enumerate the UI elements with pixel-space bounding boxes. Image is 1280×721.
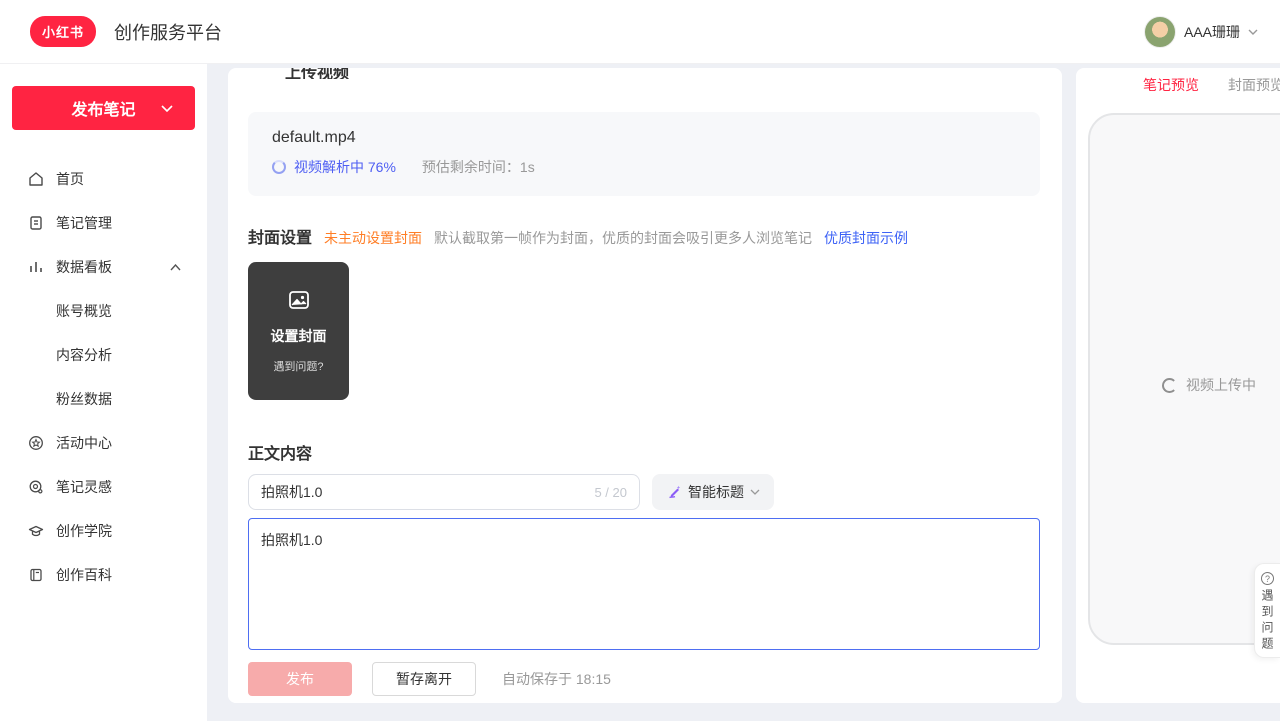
editor-footer: 发布 暂存离开 自动保存于 18:15 — [228, 655, 1062, 703]
cover-hint: 默认截取第一帧作为封面，优质的封面会吸引更多人浏览笔记 — [434, 228, 812, 248]
home-icon — [28, 171, 44, 187]
magic-pen-icon — [666, 484, 682, 500]
publish-note-button[interactable]: 发布笔记 — [12, 86, 195, 130]
sidebar-item-account-overview[interactable]: 账号概览 — [0, 289, 207, 333]
sidebar-item-label: 数据看板 — [56, 257, 112, 277]
tab-note-preview[interactable]: 笔记预览 — [1143, 75, 1199, 95]
sidebar-item-label: 笔记灵感 — [56, 477, 112, 497]
sidebar-item-label: 账号概览 — [56, 301, 112, 321]
cover-settings-row: 封面设置 未主动设置封面 默认截取第一帧作为封面，优质的封面会吸引更多人浏览笔记… — [248, 224, 908, 248]
sidebar-item-label: 创作百科 — [56, 565, 112, 585]
cover-section-title: 封面设置 — [248, 224, 312, 248]
sidebar-item-label: 创作学院 — [56, 521, 112, 541]
save-and-leave-button[interactable]: 暂存离开 — [372, 662, 476, 696]
chevron-down-icon — [750, 489, 760, 495]
chevron-up-icon[interactable] — [170, 264, 181, 271]
chevron-down-icon — [1248, 29, 1258, 35]
star-circle-icon — [28, 435, 44, 451]
sidebar-item-label: 粉丝数据 — [56, 389, 112, 409]
content-section-title: 正文内容 — [248, 440, 312, 464]
video-parsing-status: 视频解析中 76% — [294, 157, 396, 177]
question-bubble-icon: ? — [1261, 572, 1274, 585]
sidebar-item-creator-wiki[interactable]: 创作百科 — [0, 553, 207, 597]
tab-cover-preview[interactable]: 封面预览 — [1228, 75, 1280, 95]
loading-spinner-icon — [272, 160, 286, 174]
loading-spinner-icon — [1162, 378, 1177, 393]
editor-panel: 上传视频 default.mp4 视频解析中 76% 预估剩余时间：1s 封面设… — [228, 68, 1062, 703]
graduation-cap-icon — [28, 523, 44, 539]
chevron-down-icon — [161, 105, 173, 112]
sidebar-item-content-analysis[interactable]: 内容分析 — [0, 333, 207, 377]
autosave-status: 自动保存于 18:15 — [502, 669, 611, 689]
publish-button[interactable]: 发布 — [248, 662, 352, 696]
image-icon — [287, 288, 311, 312]
sidebar: 发布笔记 首页 笔记管理 数据看板 账号概览 内容分析 — [0, 64, 207, 721]
app-window: 小红书 创作服务平台 AAA珊珊 发布笔记 首页 笔记管理 数据看板 — [0, 0, 1280, 721]
video-eta: 预估剩余时间：1s — [422, 157, 535, 177]
book-icon — [28, 567, 44, 583]
sidebar-item-label: 笔记管理 — [56, 213, 112, 233]
smart-title-button[interactable]: 智能标题 — [652, 474, 774, 510]
cover-trouble-link[interactable]: 遇到问题? — [273, 358, 323, 374]
title-char-counter: 5 / 20 — [594, 485, 627, 500]
title-input[interactable] — [261, 484, 586, 500]
video-filename: default.mp4 — [272, 129, 1016, 147]
title-input-wrapper: 5 / 20 — [248, 474, 640, 510]
cover-example-link[interactable]: 优质封面示例 — [824, 228, 908, 248]
bar-chart-icon — [28, 259, 44, 275]
sidebar-item-activity-center[interactable]: 活动中心 — [0, 421, 207, 465]
help-floating-tab[interactable]: ? 遇到问题 — [1254, 563, 1280, 658]
clipped-section-heading: 上传视频 — [285, 68, 349, 79]
cover-warning: 未主动设置封面 — [324, 228, 422, 248]
set-cover-label: 设置封面 — [271, 326, 327, 346]
sidebar-item-home[interactable]: 首页 — [0, 157, 207, 201]
sidebar-item-label: 活动中心 — [56, 433, 112, 453]
sidebar-item-note-inspiration[interactable]: 笔记灵感 — [0, 465, 207, 509]
phone-preview-frame: 视频上传中 — [1088, 113, 1280, 645]
inspiration-icon — [28, 479, 44, 495]
sidebar-item-note-manage[interactable]: 笔记管理 — [0, 201, 207, 245]
user-name: AAA珊珊 — [1184, 22, 1240, 42]
publish-note-label: 发布笔记 — [71, 96, 135, 120]
body-textarea[interactable]: 拍照机1.0 — [248, 518, 1040, 650]
note-icon — [28, 215, 44, 231]
video-upload-status-box: default.mp4 视频解析中 76% 预估剩余时间：1s — [248, 112, 1040, 196]
page-title: 创作服务平台 — [114, 19, 222, 45]
preview-panel: 笔记预览 封面预览 视频上传中 — [1076, 68, 1280, 703]
xiaohongshu-logo[interactable]: 小红书 — [30, 16, 96, 47]
sidebar-item-creator-academy[interactable]: 创作学院 — [0, 509, 207, 553]
top-header: 小红书 创作服务平台 AAA珊珊 — [0, 0, 1280, 64]
video-uploading-status: 视频上传中 — [1162, 375, 1256, 395]
help-tab-label: 遇到问题 — [1259, 589, 1276, 653]
smart-title-label: 智能标题 — [688, 482, 744, 502]
uploading-label: 视频上传中 — [1186, 375, 1256, 395]
sidebar-menu: 首页 笔记管理 数据看板 账号概览 内容分析 粉丝数据 活动中心 — [0, 157, 207, 597]
sidebar-item-label: 首页 — [56, 169, 84, 189]
set-cover-button[interactable]: 设置封面 遇到问题? — [248, 262, 349, 400]
sidebar-item-fans-data[interactable]: 粉丝数据 — [0, 377, 207, 421]
sidebar-item-label: 内容分析 — [56, 345, 112, 365]
avatar[interactable] — [1144, 16, 1176, 48]
user-menu[interactable]: AAA珊珊 — [1144, 0, 1258, 64]
sidebar-item-dashboard[interactable]: 数据看板 — [0, 245, 207, 289]
